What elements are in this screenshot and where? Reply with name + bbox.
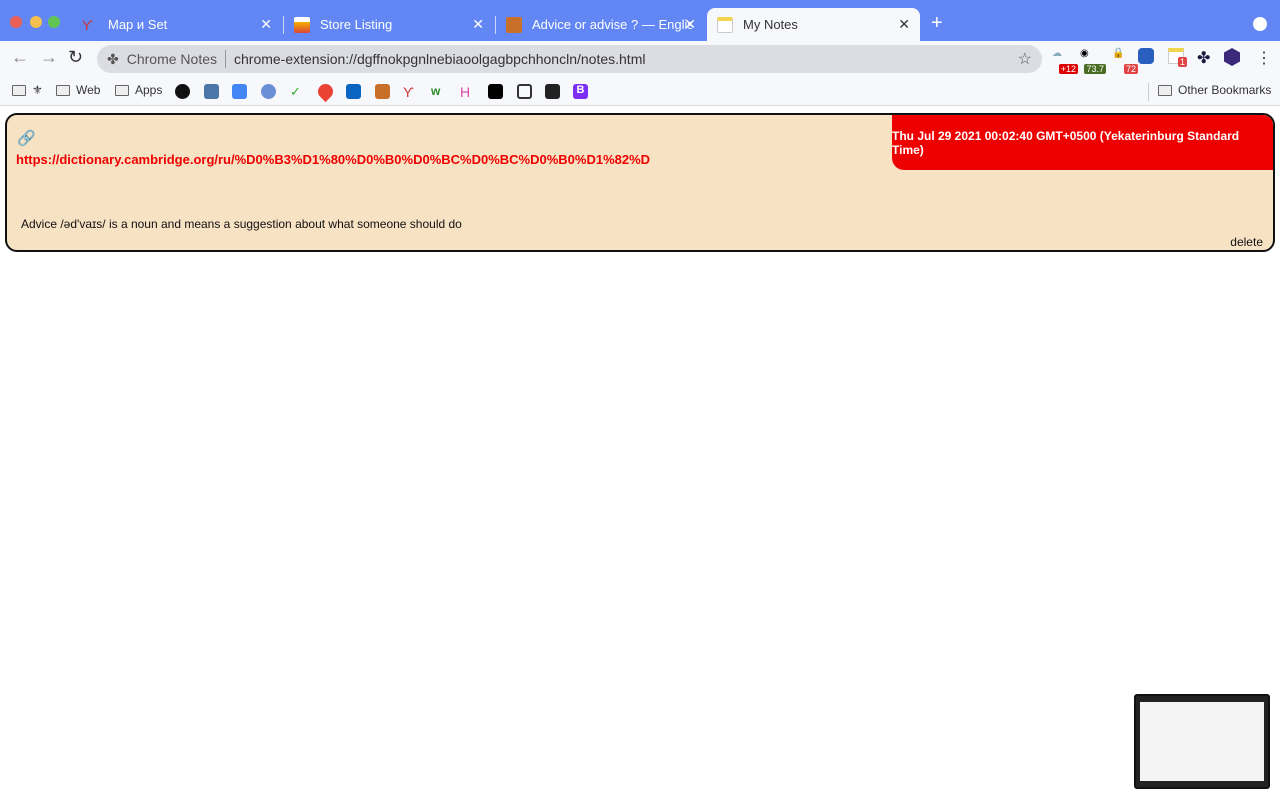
url-text: chrome-extension://dgffnokpgnlnebiaoolga…	[234, 51, 646, 67]
tab-store-listing[interactable]: Store Listing ✕	[284, 8, 494, 41]
tab-title: My Notes	[743, 17, 798, 32]
address-bar[interactable]: ✤ Chrome Notes chrome-extension://dgffno…	[97, 45, 1042, 73]
github-icon[interactable]	[175, 84, 190, 99]
tab-my-notes[interactable]: My Notes ✕	[707, 8, 920, 41]
tab-advice[interactable]: Advice or advise ? — English G✕	[496, 8, 706, 41]
extension-name: Chrome Notes	[126, 51, 217, 67]
w3-icon[interactable]: w	[431, 84, 446, 99]
tab-strip: ϒ Map и Set ✕ Store Listing ✕ Advice or adv…	[0, 0, 1280, 41]
outlook-icon[interactable]	[346, 84, 361, 99]
tower-icon[interactable]: ϒ	[403, 84, 418, 100]
notion-icon[interactable]	[488, 84, 503, 99]
screenshot-thumbnail[interactable]	[1134, 694, 1270, 789]
other-bookmarks[interactable]: Other Bookmarks	[1158, 83, 1271, 97]
maps-icon[interactable]	[314, 80, 337, 103]
extensions-puzzle-icon[interactable]: ✤	[1197, 48, 1219, 70]
link-chain-icon: 🔗	[17, 130, 36, 147]
note-source-link[interactable]: https://dictionary.cambridge.org/ru/%D0%…	[16, 152, 656, 168]
bookmark-star-icon[interactable]: ☆	[1018, 49, 1032, 69]
bookmark-folder-apps[interactable]: Apps	[115, 83, 162, 97]
tab-favicon-icon	[717, 16, 733, 33]
tab-favicon-icon: ϒ	[82, 16, 93, 33]
weather-extension-icon[interactable]: ☁ +12	[1052, 48, 1078, 74]
tab-title: Store Listing	[320, 17, 393, 32]
new-tab-button[interactable]: +	[931, 12, 943, 35]
close-tab-icon[interactable]: ✕	[472, 16, 484, 33]
delete-button[interactable]: delete	[1230, 235, 1263, 249]
maximize-window-button[interactable]	[48, 16, 60, 28]
password-extension-icon[interactable]: 🔒 72	[1112, 48, 1138, 74]
h-icon[interactable]: H	[460, 84, 475, 100]
tab-search-button[interactable]	[1253, 17, 1267, 31]
bookmark-folder[interactable]: ⚜	[12, 83, 43, 97]
cambridge-icon[interactable]	[375, 84, 390, 99]
notes-extension-icon[interactable]: 1	[1168, 48, 1187, 67]
m-icon[interactable]	[517, 84, 532, 99]
note-date: Thu Jul 29 2021 00:02:40 GMT+0500 (Yekat…	[892, 115, 1273, 170]
back-button[interactable]: ←	[11, 47, 29, 68]
forward-button[interactable]: →	[40, 47, 58, 68]
puzzle-icon: ✤	[107, 50, 119, 67]
toolbar: ← → ↻ ✤ Chrome Notes chrome-extension://…	[0, 41, 1280, 77]
vk-icon[interactable]	[204, 84, 219, 99]
note-text: Advice /əd'vaɪs/ is a noun and means a s…	[21, 217, 462, 231]
shield-extension-icon[interactable]	[1224, 48, 1240, 66]
mail-extension-icon[interactable]	[1138, 48, 1154, 64]
note-card: 🔗 https://dictionary.cambridge.org/ru/%D…	[5, 113, 1275, 252]
tab-title: Map и Set	[108, 17, 168, 32]
check-icon[interactable]: ✓	[290, 84, 305, 99]
tab-map-set[interactable]: ϒ Map и Set ✕	[72, 8, 282, 41]
reload-button[interactable]: ↻	[68, 47, 83, 68]
tab-title: Advice or advise ? — English G	[532, 17, 692, 32]
close-tab-icon[interactable]: ✕	[260, 16, 272, 33]
minimize-window-button[interactable]	[30, 16, 42, 28]
close-tab-icon[interactable]: ✕	[898, 16, 910, 33]
close-tab-icon[interactable]: ✕	[684, 16, 696, 33]
folder-icon	[115, 84, 129, 96]
close-window-button[interactable]	[10, 16, 22, 28]
currency-extension-icon[interactable]: ◉ 73.7	[1080, 48, 1106, 74]
folder-icon	[56, 84, 70, 96]
tab-favicon-icon	[506, 16, 522, 33]
bookmarks-bar: ⚜ Web Apps ✓ ϒ w H B Other Bookmarks	[0, 77, 1280, 106]
menu-icon[interactable]: ⋮	[1256, 48, 1278, 70]
translate-icon[interactable]	[232, 84, 247, 99]
react-icon[interactable]	[545, 84, 560, 99]
bookmark-folder-web[interactable]: Web	[56, 83, 100, 97]
globe-icon[interactable]	[261, 84, 276, 99]
bootstrap-icon[interactable]: B	[573, 84, 588, 99]
tab-favicon-icon	[294, 16, 310, 33]
folder-icon	[1158, 84, 1172, 96]
